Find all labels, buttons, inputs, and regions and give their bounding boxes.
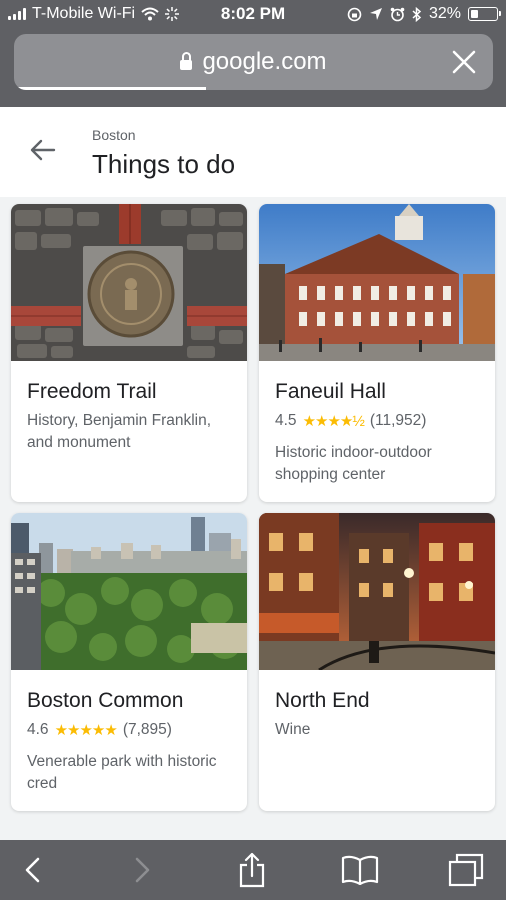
card-freedom-trail[interactable]: Freedom Trail History, Benjamin Franklin… — [11, 204, 247, 502]
lock-icon — [180, 52, 193, 70]
status-right: 32% — [347, 5, 501, 23]
star-rating-icon: ★★★★½ — [302, 413, 365, 430]
card-description: History, Benjamin Franklin, and monument — [27, 412, 212, 451]
url-display[interactable]: google.com — [14, 48, 493, 76]
north-end-image — [259, 513, 495, 670]
card-description: Historic indoor-outdoor shopping center — [275, 444, 432, 483]
close-icon[interactable] — [451, 49, 477, 75]
back-arrow-icon[interactable] — [30, 139, 56, 161]
rating-value: 4.6 — [27, 721, 49, 738]
alarm-icon — [390, 7, 405, 21]
faneuil-hall-image — [259, 204, 495, 361]
battery-fill — [471, 10, 478, 18]
card-boston-common[interactable]: Boston Common 4.6 ★★★★★ (7,895) Venerabl… — [11, 513, 247, 811]
battery-percent: 32% — [428, 5, 461, 22]
bluetooth-icon — [412, 6, 422, 22]
review-count: (7,895) — [122, 721, 172, 738]
tabs-button[interactable] — [446, 852, 486, 888]
card-faneuil-hall[interactable]: Faneuil Hall 4.5 ★★★★½ (11,952) Historic… — [259, 204, 495, 502]
location-icon — [369, 8, 382, 20]
location-subtitle: Boston — [92, 127, 136, 143]
back-button[interactable] — [12, 852, 52, 888]
card-description: Venerable park with historic cred — [27, 753, 217, 792]
boston-common-image — [11, 513, 247, 670]
bookmarks-button[interactable] — [340, 852, 380, 888]
share-button[interactable] — [232, 852, 272, 888]
review-count: (11,952) — [369, 412, 427, 429]
rating-row: 4.6 ★★★★★ (7,895) — [27, 721, 172, 739]
star-rating-icon: ★★★★★ — [54, 722, 118, 739]
battery-icon — [468, 7, 501, 21]
card-title: Boston Common — [27, 689, 184, 712]
book-icon — [341, 855, 379, 885]
card-title: Faneuil Hall — [275, 380, 386, 403]
page-title: Things to do — [92, 149, 236, 179]
rating-value: 4.5 — [275, 412, 297, 429]
page-load-progress — [14, 87, 206, 90]
status-bar: T-Mobile Wi-Fi 8:02 PM 32% — [0, 0, 506, 30]
freedom-trail-image — [11, 204, 247, 361]
browser-toolbar — [0, 840, 506, 900]
rating-row: 4.5 ★★★★½ (11,952) — [275, 412, 426, 430]
address-bar[interactable]: google.com — [14, 34, 493, 90]
card-title: North End — [275, 689, 370, 712]
card-title: Freedom Trail — [27, 380, 157, 403]
chevron-left-icon — [25, 857, 40, 883]
card-north-end[interactable]: North End Wine — [259, 513, 495, 811]
card-description: Wine — [275, 721, 311, 738]
share-icon — [239, 852, 265, 888]
tabs-icon — [448, 853, 484, 887]
orientation-lock-icon — [347, 7, 362, 21]
chevron-right-icon — [135, 857, 150, 883]
page-header: Boston Things to do — [0, 107, 506, 197]
forward-button[interactable] — [123, 852, 163, 888]
browser-chrome: google.com — [0, 30, 506, 107]
url-text: google.com — [202, 48, 327, 75]
